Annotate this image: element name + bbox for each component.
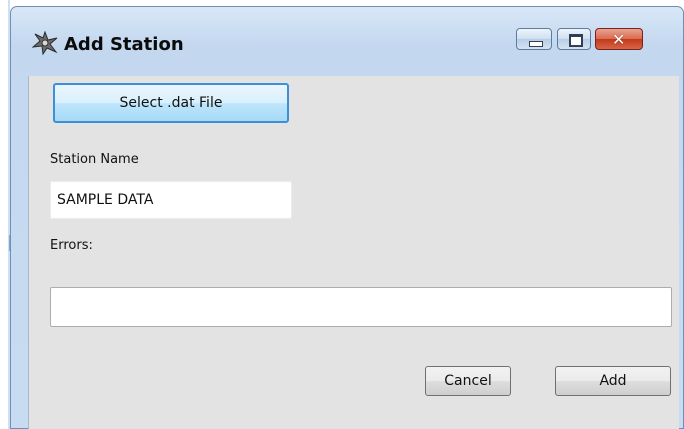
station-name-label: Station Name: [50, 152, 139, 167]
errors-field[interactable]: [50, 287, 672, 327]
window-title: Add Station: [64, 34, 184, 55]
close-button[interactable]: ✕: [595, 28, 643, 50]
title-bar[interactable]: Add Station ✕: [10, 6, 684, 55]
background-edge: [0, 0, 11, 429]
close-icon: ✕: [612, 30, 626, 49]
minimize-icon: [529, 41, 543, 47]
dialog-body: Select .dat File Station Name SAMPLE DAT…: [28, 76, 679, 429]
maximize-button[interactable]: [557, 28, 591, 50]
maximize-icon: [569, 34, 583, 47]
station-gear-icon: [32, 31, 58, 55]
add-button[interactable]: Add: [555, 366, 671, 396]
select-dat-file-button[interactable]: Select .dat File: [53, 83, 289, 123]
add-station-window: Add Station ✕ Select .dat File Station N…: [10, 6, 684, 429]
minimize-button[interactable]: [516, 28, 552, 50]
station-name-field[interactable]: SAMPLE DATA: [50, 181, 292, 219]
errors-label: Errors:: [50, 238, 93, 253]
cancel-button[interactable]: Cancel: [425, 366, 511, 396]
